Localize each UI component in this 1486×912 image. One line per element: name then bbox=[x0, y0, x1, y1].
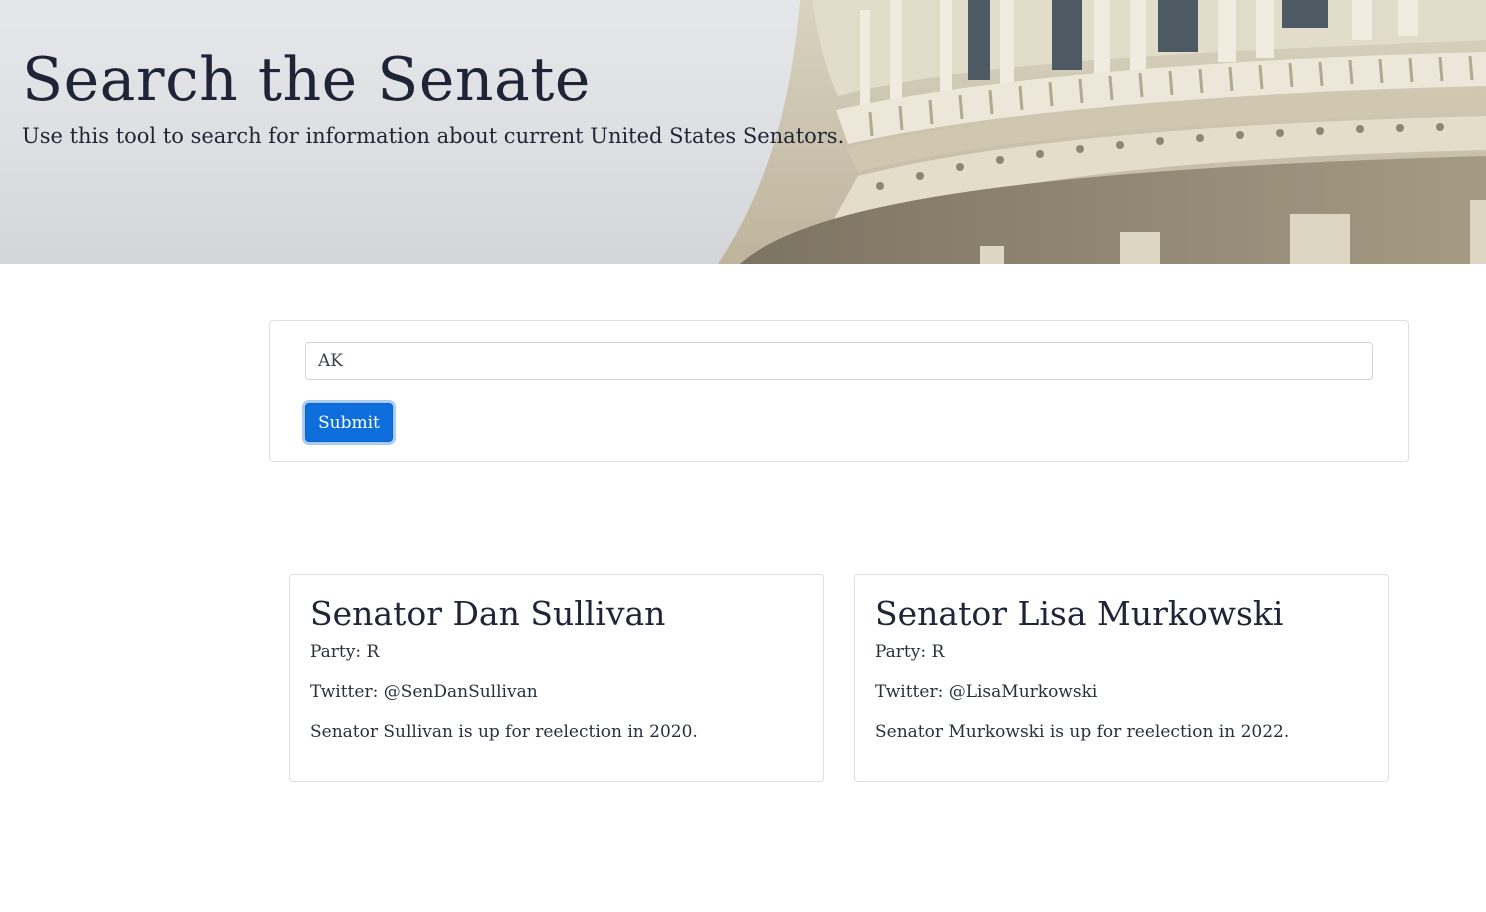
senator-twitter: Twitter: @LisaMurkowski bbox=[875, 682, 1098, 702]
submit-button[interactable]: Submit bbox=[305, 403, 393, 442]
page-title: Search the Senate bbox=[22, 45, 591, 115]
page-subtitle: Use this tool to search for information … bbox=[22, 124, 845, 148]
senator-card: Senator Lisa Murkowski Party: R Twitter:… bbox=[854, 574, 1389, 782]
senator-reelection: Senator Sullivan is up for reelection in… bbox=[310, 722, 698, 742]
search-input[interactable] bbox=[305, 342, 1373, 380]
senator-reelection: Senator Murkowski is up for reelection i… bbox=[875, 722, 1290, 742]
senator-party: Party: R bbox=[310, 642, 380, 662]
hero-banner: Search the Senate Use this tool to searc… bbox=[0, 0, 1486, 264]
senator-card: Senator Dan Sullivan Party: R Twitter: @… bbox=[289, 574, 824, 782]
senator-name: Senator Dan Sullivan bbox=[310, 594, 666, 633]
senator-twitter: Twitter: @SenDanSullivan bbox=[310, 682, 538, 702]
senator-name: Senator Lisa Murkowski bbox=[875, 594, 1284, 633]
senator-party: Party: R bbox=[875, 642, 945, 662]
search-form: Submit bbox=[269, 320, 1409, 462]
